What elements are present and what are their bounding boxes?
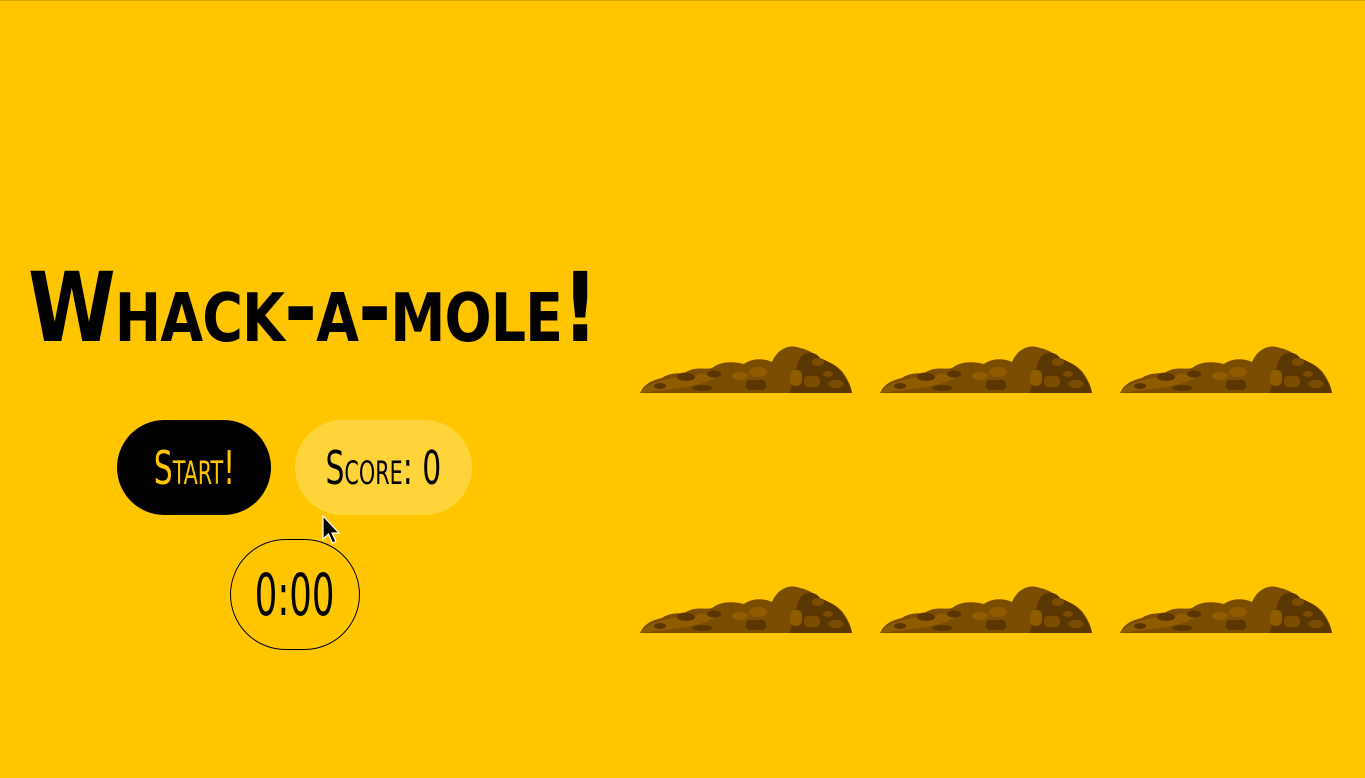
hole-4[interactable]: [640, 584, 852, 634]
timer-display: 0:00: [230, 539, 360, 650]
top-border: [0, 0, 1365, 1]
start-button-label: Start!: [153, 440, 235, 495]
hole-6[interactable]: [1120, 584, 1332, 634]
score-display: Score: 0: [295, 420, 472, 515]
hole-2[interactable]: [880, 344, 1092, 394]
hole-5[interactable]: [880, 584, 1092, 634]
start-button[interactable]: Start!: [117, 420, 271, 515]
dirt-mound-icon: [1120, 346, 1332, 393]
dirt-mound-icon: [1120, 586, 1332, 633]
dirt-mound-icon: [880, 346, 1092, 393]
hole-3[interactable]: [1120, 344, 1332, 394]
game-title: Whack-a-mole!: [28, 252, 598, 364]
hole-1[interactable]: [640, 344, 852, 394]
dirt-mound-icon: [640, 586, 852, 633]
dirt-mound-icon: [880, 586, 1092, 633]
dirt-mound-icon: [640, 346, 852, 393]
score-label: Score: 0: [325, 440, 442, 495]
timer-value: 0:00: [255, 560, 335, 629]
